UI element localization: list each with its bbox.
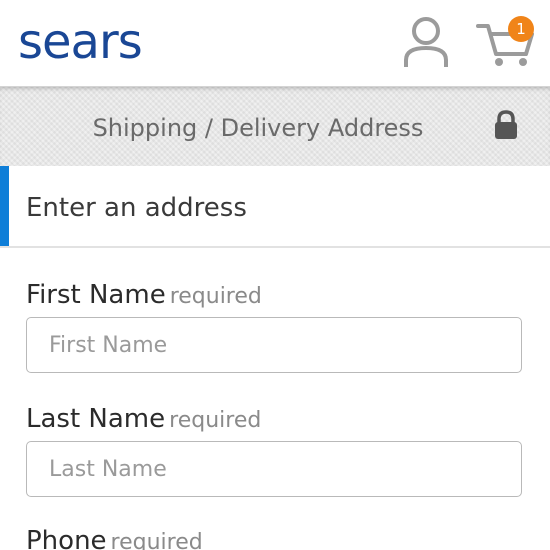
active-tab-indicator [0,166,9,246]
first-name-required-text: required [169,284,262,309]
lock-icon [494,110,518,140]
last-name-label: Last Name required [26,404,261,434]
last-name-label-text: Last Name [26,404,166,434]
user-icon [404,17,448,67]
enter-address-label: Enter an address [26,193,247,223]
phone-label-text: Phone [26,526,107,550]
cart-count-badge: 1 [508,16,534,42]
checkout-page: sears 1 Shipping / Delivery Address Ente… [0,0,550,550]
first-name-label: First Name required [26,280,262,310]
header: sears 1 [0,0,550,86]
last-name-input[interactable] [26,441,522,497]
last-name-required-text: required [169,408,262,433]
phone-label: Phone required [26,526,203,550]
sears-logo[interactable]: sears [18,12,143,72]
section-title: Shipping / Delivery Address [92,114,424,142]
first-name-input[interactable] [26,317,522,373]
account-button[interactable] [400,14,452,70]
phone-required-text: required [110,530,203,550]
enter-address-tab[interactable]: Enter an address [0,166,550,248]
first-name-label-text: First Name [26,280,166,310]
